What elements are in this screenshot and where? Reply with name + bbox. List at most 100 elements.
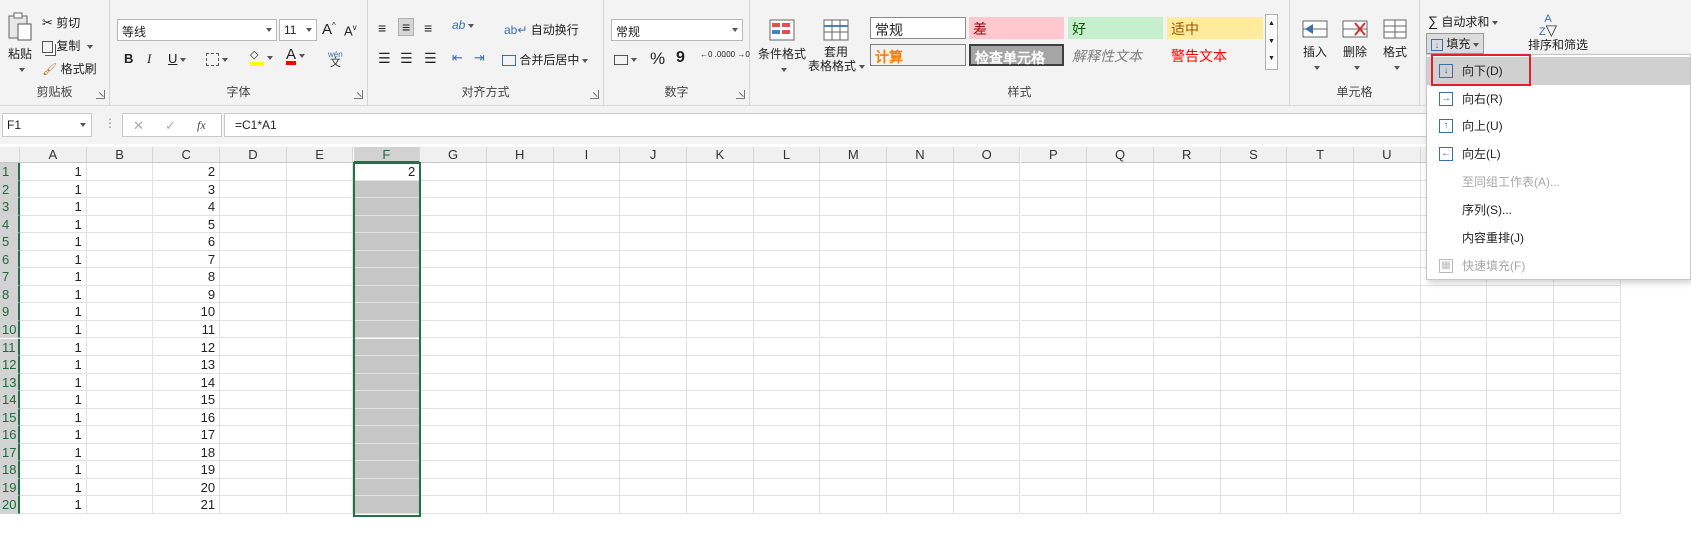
cell[interactable] — [820, 373, 888, 392]
row-header[interactable]: 20 — [0, 496, 20, 514]
cell[interactable] — [553, 373, 621, 392]
cell[interactable] — [1420, 356, 1488, 374]
cell[interactable] — [820, 180, 888, 199]
cell[interactable] — [220, 285, 287, 304]
cell[interactable] — [1354, 426, 1421, 444]
cell[interactable] — [353, 443, 421, 462]
cell[interactable] — [553, 198, 621, 216]
cell[interactable]: 1 — [20, 373, 87, 392]
column-header-b[interactable]: B — [86, 147, 154, 163]
cell[interactable] — [887, 180, 954, 199]
cell[interactable] — [820, 443, 888, 462]
cell[interactable]: 8 — [153, 268, 221, 286]
column-header-r[interactable]: R — [1153, 147, 1221, 163]
cell[interactable] — [220, 233, 287, 251]
cell[interactable] — [86, 478, 154, 497]
cell[interactable] — [1287, 250, 1354, 269]
cell[interactable] — [1554, 408, 1621, 427]
cell[interactable] — [1220, 198, 1288, 216]
cell[interactable]: 21 — [153, 496, 221, 514]
merge-center-button[interactable]: 合并后居中 — [502, 51, 589, 68]
row-header[interactable]: 19 — [0, 478, 20, 497]
cell[interactable]: 14 — [153, 373, 221, 392]
cell[interactable] — [286, 180, 354, 199]
cell[interactable] — [1487, 408, 1555, 427]
orientation-button[interactable]: ab — [452, 18, 475, 32]
cell[interactable] — [1087, 268, 1154, 286]
cell[interactable] — [1220, 408, 1288, 427]
row-header[interactable]: 13 — [0, 373, 20, 392]
cell[interactable] — [620, 391, 687, 409]
cell[interactable] — [1087, 285, 1154, 304]
cell[interactable] — [1354, 356, 1421, 374]
cell[interactable] — [687, 478, 754, 497]
dialog-launcher-icon[interactable] — [354, 90, 363, 99]
cell[interactable] — [220, 356, 287, 374]
cell[interactable]: 1 — [20, 303, 87, 321]
cell[interactable] — [1087, 478, 1154, 497]
column-header-u[interactable]: U — [1354, 147, 1421, 163]
cell[interactable] — [220, 180, 287, 199]
cell[interactable] — [1287, 496, 1354, 514]
cell[interactable] — [953, 250, 1021, 269]
column-header-f[interactable]: F — [353, 147, 421, 163]
cell[interactable] — [953, 461, 1021, 479]
cell[interactable]: 6 — [153, 233, 221, 251]
insert-function-icon[interactable]: fx — [197, 118, 206, 133]
cell[interactable] — [420, 426, 487, 444]
style-good[interactable]: 好 — [1068, 17, 1163, 39]
cell[interactable] — [1420, 373, 1488, 392]
cell[interactable] — [820, 163, 888, 181]
cell[interactable] — [286, 338, 354, 357]
cell[interactable] — [687, 250, 754, 269]
row-header[interactable]: 15 — [0, 408, 20, 427]
cell[interactable] — [953, 338, 1021, 357]
cell[interactable] — [420, 443, 487, 462]
cell[interactable] — [286, 268, 354, 286]
cell[interactable] — [86, 426, 154, 444]
column-header-i[interactable]: I — [553, 147, 621, 163]
cell[interactable]: 1 — [20, 426, 87, 444]
cell[interactable] — [1287, 180, 1354, 199]
italic-button[interactable]: I — [147, 51, 151, 67]
cell[interactable] — [953, 320, 1021, 339]
cell[interactable] — [486, 268, 554, 286]
paste-button[interactable]: 粘贴 — [4, 12, 36, 76]
cell[interactable] — [1354, 198, 1421, 216]
cell[interactable] — [953, 496, 1021, 514]
cell[interactable] — [1220, 461, 1288, 479]
cell[interactable] — [86, 338, 154, 357]
cell[interactable] — [1087, 320, 1154, 339]
cell[interactable] — [1220, 356, 1288, 374]
style-warning[interactable]: 警告文本 — [1167, 44, 1263, 66]
cell[interactable] — [420, 391, 487, 409]
cell[interactable] — [1287, 285, 1354, 304]
cut-button[interactable]: ✂ 剪切 — [42, 14, 80, 31]
cell[interactable] — [1354, 233, 1421, 251]
cell[interactable] — [420, 163, 487, 181]
cell[interactable] — [553, 320, 621, 339]
cell[interactable] — [1354, 163, 1421, 181]
cell[interactable] — [953, 233, 1021, 251]
cell[interactable] — [1020, 180, 1088, 199]
cell[interactable] — [486, 478, 554, 497]
cell[interactable] — [1487, 496, 1555, 514]
cell[interactable]: 1 — [20, 461, 87, 479]
cell[interactable] — [553, 408, 621, 427]
align-center-button[interactable]: ☰ — [400, 50, 413, 67]
cell[interactable] — [1220, 250, 1288, 269]
cell[interactable] — [1420, 391, 1488, 409]
cell[interactable] — [1554, 303, 1621, 321]
cell[interactable] — [1087, 338, 1154, 357]
fill-menu-item-5[interactable]: 序列(S)... — [1427, 196, 1690, 224]
align-top-button[interactable]: ≡ — [378, 20, 386, 36]
cell[interactable]: 1 — [20, 163, 87, 181]
cell[interactable] — [553, 233, 621, 251]
cell[interactable] — [1020, 250, 1088, 269]
cell[interactable] — [753, 163, 821, 181]
cell[interactable] — [1287, 426, 1354, 444]
cell[interactable] — [486, 233, 554, 251]
copy-button[interactable]: 复制 — [42, 37, 93, 54]
column-header-t[interactable]: T — [1287, 147, 1354, 163]
cell[interactable] — [1087, 373, 1154, 392]
